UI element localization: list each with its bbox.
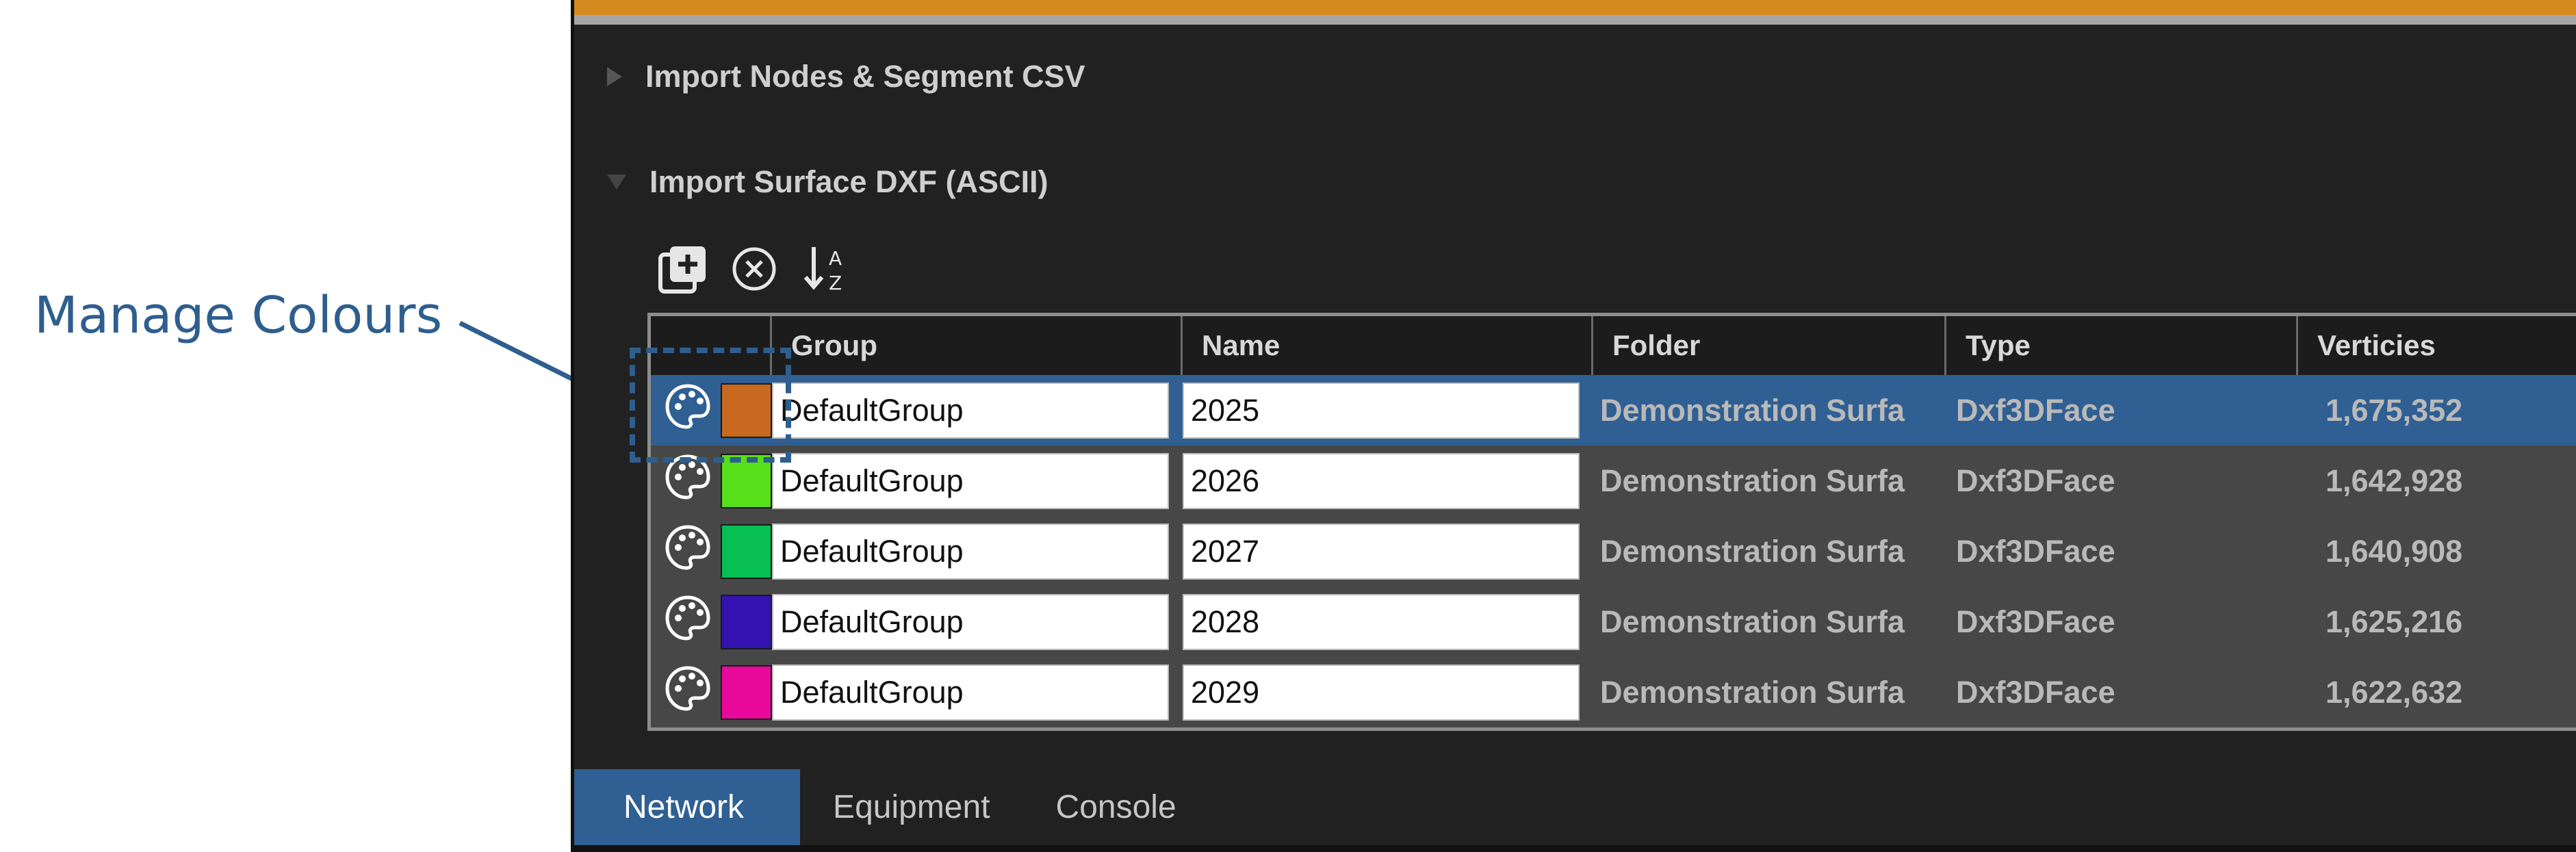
type-cell: Dxf3DFace bbox=[1956, 392, 2115, 428]
type-cell: Dxf3DFace bbox=[1956, 463, 2115, 498]
verticies-cell: 1,622,632 bbox=[2326, 674, 2463, 710]
section-import-surface[interactable]: Import Surface DXF (ASCII) bbox=[607, 164, 1048, 200]
header-name[interactable]: Name bbox=[1183, 316, 1593, 375]
group-field[interactable]: DefaultGroup bbox=[772, 664, 1169, 721]
table-row[interactable]: DefaultGroup 2025 Demonstration Surfa Dxf3D… bbox=[651, 375, 2576, 446]
group-cell: DefaultGroup bbox=[772, 375, 1183, 446]
group-cell: DefaultGroup bbox=[772, 657, 1183, 727]
name-cell: 2028 bbox=[1183, 586, 1593, 657]
table-toolbar: A Z bbox=[657, 243, 851, 295]
palette-icon[interactable] bbox=[663, 523, 712, 580]
folder-cell: Demonstration Surfa bbox=[1600, 392, 1905, 428]
app-panel: Import Nodes & Segment CSV Import Surfac… bbox=[571, 0, 2576, 852]
group-field[interactable]: DefaultGroup bbox=[772, 382, 1169, 439]
tab-network[interactable]: Network bbox=[574, 769, 801, 845]
group-cell: DefaultGroup bbox=[772, 446, 1183, 516]
svg-text:Z: Z bbox=[829, 272, 842, 294]
name-cell: 2025 bbox=[1183, 375, 1593, 446]
collapse-arrow-icon[interactable] bbox=[607, 175, 626, 190]
section-title: Import Nodes & Segment CSV bbox=[645, 59, 1085, 94]
type-cell: Dxf3DFace bbox=[1956, 533, 2115, 569]
table-row[interactable]: DefaultGroup 2029 Demonstration Surfa Dxf3D… bbox=[651, 657, 2576, 727]
folder-cell: Demonstration Surfa bbox=[1600, 533, 1905, 569]
palette-icon[interactable] bbox=[663, 593, 712, 650]
expand-arrow-icon[interactable] bbox=[607, 67, 622, 86]
palette-icon[interactable] bbox=[663, 664, 712, 721]
name-cell: 2029 bbox=[1183, 657, 1593, 727]
svg-text:A: A bbox=[829, 247, 842, 270]
tab-console[interactable]: Console bbox=[1023, 769, 1209, 845]
name-field[interactable]: 2026 bbox=[1183, 452, 1580, 509]
header-verticies[interactable]: Verticies bbox=[2298, 316, 2576, 375]
surface-table: Group Name Folder Type Verticies Default… bbox=[647, 313, 2576, 731]
add-layer-icon[interactable] bbox=[657, 243, 709, 295]
verticies-cell: 1,625,216 bbox=[2326, 604, 2463, 639]
manage-colours-highlight bbox=[630, 348, 791, 463]
bottom-tabs: Network Equipment Console bbox=[574, 769, 2576, 852]
top-accent-bar bbox=[574, 0, 2576, 15]
sort-az-icon[interactable]: A Z bbox=[799, 243, 851, 295]
section-import-nodes[interactable]: Import Nodes & Segment CSV bbox=[607, 59, 1085, 94]
top-divider bbox=[574, 15, 2576, 25]
verticies-cell: 1,640,908 bbox=[2326, 533, 2463, 569]
bottom-border bbox=[574, 845, 2576, 852]
name-field[interactable]: 2025 bbox=[1183, 382, 1580, 439]
table-header: Group Name Folder Type Verticies bbox=[651, 316, 2576, 375]
folder-cell: Demonstration Surfa bbox=[1600, 604, 1905, 639]
table-body: DefaultGroup 2025 Demonstration Surfa Dxf3D… bbox=[651, 375, 2576, 727]
group-field[interactable]: DefaultGroup bbox=[772, 593, 1169, 650]
header-group[interactable]: Group bbox=[772, 316, 1183, 375]
color-cell bbox=[651, 586, 772, 657]
header-folder[interactable]: Folder bbox=[1593, 316, 1946, 375]
table-row[interactable]: DefaultGroup 2027 Demonstration Surfa Dxf3D… bbox=[651, 516, 2576, 586]
group-cell: DefaultGroup bbox=[772, 516, 1183, 586]
verticies-cell: 1,642,928 bbox=[2326, 463, 2463, 498]
name-cell: 2027 bbox=[1183, 516, 1593, 586]
name-cell: 2026 bbox=[1183, 446, 1593, 516]
table-row[interactable]: DefaultGroup 2028 Demonstration Surfa Dxf3D… bbox=[651, 586, 2576, 657]
group-cell: DefaultGroup bbox=[772, 586, 1183, 657]
group-field[interactable]: DefaultGroup bbox=[772, 452, 1169, 509]
table-row[interactable]: DefaultGroup 2026 Demonstration Surfa Dxf3D… bbox=[651, 446, 2576, 516]
color-swatch[interactable] bbox=[721, 524, 772, 579]
header-type[interactable]: Type bbox=[1946, 316, 2298, 375]
type-cell: Dxf3DFace bbox=[1956, 674, 2115, 710]
group-field[interactable]: DefaultGroup bbox=[772, 523, 1169, 580]
name-field[interactable]: 2029 bbox=[1183, 664, 1580, 721]
type-cell: Dxf3DFace bbox=[1956, 604, 2115, 639]
name-field[interactable]: 2028 bbox=[1183, 593, 1580, 650]
folder-cell: Demonstration Surfa bbox=[1600, 463, 1905, 498]
color-cell bbox=[651, 657, 772, 727]
manage-colours-callout: Manage Colours bbox=[34, 286, 443, 345]
tab-equipment[interactable]: Equipment bbox=[800, 769, 1022, 845]
folder-cell: Demonstration Surfa bbox=[1600, 674, 1905, 710]
section-title: Import Surface DXF (ASCII) bbox=[649, 164, 1048, 199]
remove-circle-icon[interactable] bbox=[728, 243, 780, 295]
color-swatch[interactable] bbox=[721, 594, 772, 649]
verticies-cell: 1,675,352 bbox=[2326, 392, 2463, 428]
color-cell bbox=[651, 516, 772, 586]
name-field[interactable]: 2027 bbox=[1183, 523, 1580, 580]
color-swatch[interactable] bbox=[721, 664, 772, 720]
